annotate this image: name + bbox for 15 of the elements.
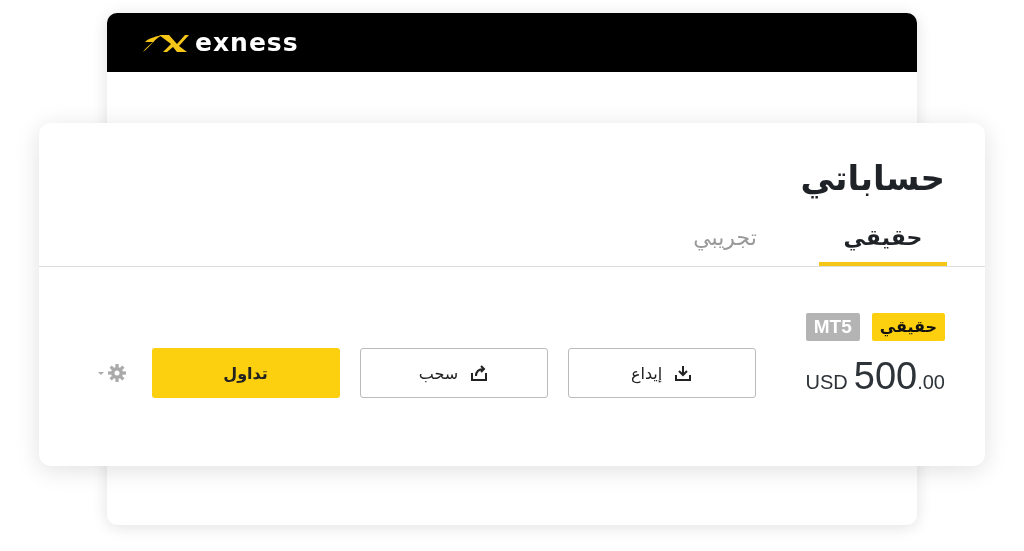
download-icon [674, 364, 693, 382]
tab[interactable]: حقيقي [819, 221, 947, 266]
deposit-button[interactable]: إيداع [567, 348, 756, 398]
upload-icon [470, 364, 489, 382]
balance-amount: 500 [853, 355, 918, 398]
settings-button[interactable] [97, 363, 128, 383]
currency-label: USD [805, 371, 848, 394]
trade-button[interactable]: تداول [151, 348, 340, 398]
page-title: حساباتي [799, 157, 946, 201]
account-type-badge: حقيقي [871, 313, 945, 341]
withdraw-button[interactable]: سحب [359, 348, 548, 398]
brand-name: exness [195, 28, 299, 57]
platform-badge: MT5 [805, 313, 860, 341]
balance-fraction: .00 [917, 371, 945, 394]
settings-icon [97, 363, 128, 383]
